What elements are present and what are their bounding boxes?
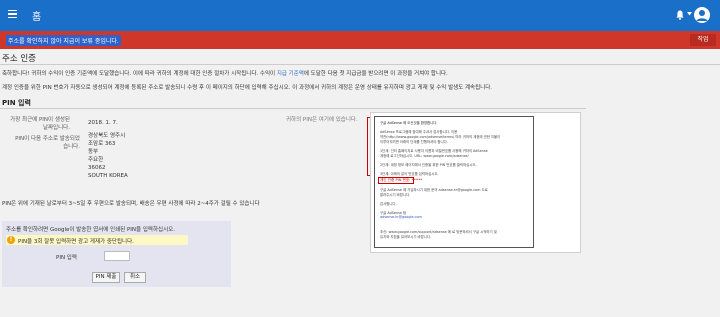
pin-input[interactable] bbox=[104, 251, 130, 261]
alert-action-button[interactable]: 작업 bbox=[690, 34, 716, 46]
address-line: SOUTH KOREA bbox=[88, 173, 128, 179]
address-line: 주요한 bbox=[88, 157, 104, 163]
recent-pin-date-label-line1: 가장 최근에 PIN이 생성된 bbox=[10, 117, 70, 123]
letter-line: 이루어지려면 아래의 단계를 진행하셔야 합니다. bbox=[380, 140, 448, 144]
delivery-note: PIN은 위에 기재된 날로부터 3~5일 후 우편으로 발송되며, 배송은 우… bbox=[2, 201, 260, 207]
pin-letter-example-image: 구글 AdSense 에 오신것을 환영합니다. AdSense 프로그램에 참… bbox=[370, 112, 581, 253]
letter-line: adsense-kr@google.com bbox=[380, 215, 422, 219]
letter-line: 알려주시기 바랍니다. bbox=[380, 193, 411, 197]
letter-line: 계정에 로그인하십시오. URL: www.google.com/adsense… bbox=[380, 154, 469, 158]
account-avatar[interactable] bbox=[694, 7, 710, 23]
chevron-down-icon[interactable] bbox=[687, 12, 692, 16]
address-line: 36062 bbox=[88, 165, 106, 171]
pin-section-title: PIN 입력 bbox=[2, 99, 31, 107]
example-caption: 귀하의 PIN은 여기에 있습니다. bbox=[286, 117, 358, 123]
divider bbox=[0, 64, 720, 65]
address-line: 동부 bbox=[88, 149, 99, 155]
pin-address-label: PIN이 다음 주소로 발송되었 습니다. bbox=[2, 135, 80, 151]
pin-instruction: 주소를 확인하려면 Google이 발송한 엽서에 인쇄된 PIN을 입력하십시… bbox=[6, 227, 175, 233]
pin-input-label: PIN 입력 bbox=[56, 255, 77, 261]
page-title: 주소 인증 bbox=[2, 54, 36, 64]
payment-threshold-link[interactable]: 지급 기준액 bbox=[277, 71, 304, 77]
letter-line: 유지와 지침을 읽어보시기 바랍니다. bbox=[380, 235, 432, 239]
letter-pin-line: 개인 인증 PIN 번호: ****** bbox=[380, 177, 423, 182]
letter-line: 구글 AdSense 에 오신것을 환영합니다. bbox=[380, 121, 438, 125]
warning-text: PIN을 3회 잘못 입력하면 광고 게재가 중단됩니다. bbox=[18, 239, 134, 245]
pointer-line bbox=[367, 117, 368, 175]
intro-paragraph: 축하합니다! 귀하의 수익이 인증 기준액에 도달했습니다. 이에 따라 귀하의… bbox=[2, 69, 448, 77]
intro-text-end: 에 도달한 다음 첫 지급금을 받으려면 이 과정을 거쳐야 합니다. bbox=[303, 71, 448, 77]
letter-line: 감사합니다. bbox=[380, 202, 397, 206]
cancel-button[interactable]: 취소 bbox=[124, 272, 146, 283]
address-line: 경상북도 영주시 bbox=[88, 133, 126, 139]
recent-pin-date-label: 가장 최근에 PIN이 생성된 날짜입니다. bbox=[2, 116, 70, 132]
pin-address-label-line1: PIN이 다음 주소로 발송되었 bbox=[15, 136, 80, 142]
pin-address-label-line2: 습니다. bbox=[63, 144, 80, 150]
divider bbox=[0, 108, 586, 109]
intro-text-start: 축하합니다! 귀하의 수익이 인증 기준액에 도달했습니다. 이에 따라 귀하의… bbox=[2, 71, 277, 77]
recent-pin-date-label-line2: 날짜입니다. bbox=[42, 125, 70, 131]
letter-body: 구글 AdSense 에 오신것을 환영합니다. AdSense 프로그램에 참… bbox=[374, 116, 534, 248]
verification-paragraph: 계정 인증을 위한 PIN 번호가 자동으로 생성되어 계정에 등록된 주소로 … bbox=[2, 85, 493, 91]
mailing-address: 경상북도 영주시 조암로 363 동부 주요한 36062 SOUTH KORE… bbox=[88, 132, 128, 180]
submit-pin-button[interactable]: PIN 제출 bbox=[92, 272, 120, 283]
bell-icon[interactable] bbox=[676, 10, 684, 20]
top-app-bar: 홈 bbox=[0, 0, 720, 31]
alert-message: 주소를 확인하지 않아 지급이 보류 중입니다. bbox=[6, 35, 121, 46]
warning-banner: ! PIN을 3회 잘못 입력하면 광고 게재가 중단됩니다. bbox=[6, 235, 188, 245]
warning-icon: ! bbox=[7, 236, 15, 244]
letter-line: 2단계: 계정 정보 페이지에서 인증을 위한 PIN 번호를 클릭하십시오. bbox=[380, 163, 477, 167]
app-title: 홈 bbox=[32, 12, 42, 23]
alert-banner: 주소를 확인하지 않아 지급이 보류 중입니다. 작업 bbox=[0, 31, 720, 49]
address-line: 조암로 363 bbox=[88, 141, 116, 147]
recent-pin-date: 2018. 1. 7. bbox=[88, 120, 118, 126]
menu-icon[interactable] bbox=[8, 10, 17, 19]
letter-line: 3단계: 아래의 같이 번호를 입력하십시오. bbox=[380, 172, 439, 176]
